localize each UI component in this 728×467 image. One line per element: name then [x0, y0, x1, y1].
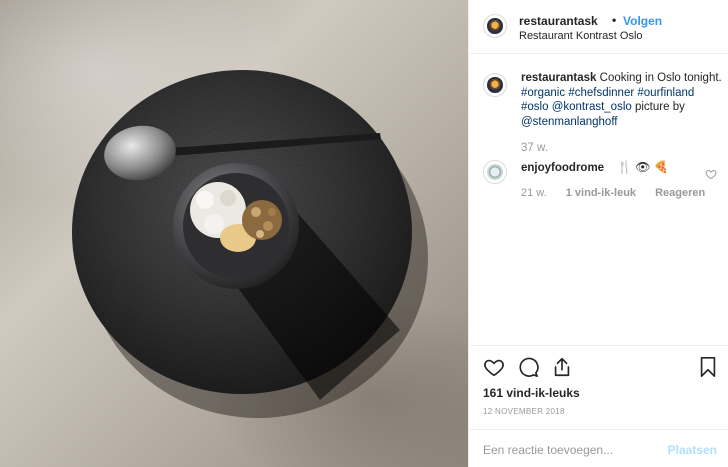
hashtag-organic[interactable]: #organic: [521, 87, 565, 99]
post-actions: 161 vind-ik-leuks 12 NOVEMBER 2018 Plaat…: [469, 345, 728, 467]
comment-icon[interactable]: [517, 356, 539, 378]
comment-likes[interactable]: 1 vind-ik-leuk: [566, 187, 636, 199]
caption-text: restaurantask Cooking in Oslo tonight. #…: [521, 71, 727, 129]
likes-count[interactable]: 161 vind-ik-leuks: [483, 386, 580, 400]
caption-suffix: picture by: [631, 101, 685, 113]
post-comment-button[interactable]: Plaatsen: [668, 443, 717, 457]
bookmark-icon[interactable]: [697, 356, 719, 378]
header-separator: •: [612, 13, 617, 27]
mention-kontrast-oslo[interactable]: @kontrast_oslo: [552, 101, 632, 113]
post-date: 12 NOVEMBER 2018: [483, 407, 565, 416]
hashtag-chefsdinner[interactable]: #chefsdinner: [568, 87, 634, 99]
caption-time: 37 w.: [521, 142, 548, 154]
hashtag-ourfinland[interactable]: #ourfinland: [637, 87, 694, 99]
follow-button[interactable]: Volgen: [623, 14, 662, 28]
comment-like-icon[interactable]: [705, 168, 717, 180]
caption-username[interactable]: restaurantask: [521, 72, 596, 84]
food-plate-image: [72, 70, 428, 418]
add-comment-bar: Plaatsen: [469, 429, 728, 467]
post-sidebar: restaurantask • Volgen Restaurant Kontra…: [468, 0, 728, 467]
comment-emojis: 🍴 👁 🍕: [617, 160, 669, 174]
reply-button[interactable]: Reageren: [655, 187, 705, 199]
caption-avatar[interactable]: [483, 73, 507, 97]
mention-stenmanlanghoff[interactable]: @stenmanlanghoff: [521, 116, 618, 128]
comment-time: 21 w.: [521, 187, 547, 199]
post-location[interactable]: Restaurant Kontrast Oslo: [519, 30, 643, 42]
caption-body: Cooking in Oslo tonight.: [596, 72, 722, 84]
restaurant-avatar[interactable]: [483, 14, 507, 38]
comment-input[interactable]: [483, 440, 663, 460]
heart-icon[interactable]: [483, 356, 505, 378]
comment-meta: 21 w. 1 vind-ik-leuk Reageren: [521, 187, 721, 199]
hashtag-oslo[interactable]: #oslo: [521, 101, 549, 113]
post-username[interactable]: restaurantask: [519, 14, 598, 28]
post-header: restaurantask • Volgen Restaurant Kontra…: [469, 0, 728, 54]
post-photo[interactable]: [0, 0, 468, 467]
share-icon[interactable]: [551, 356, 573, 378]
comment-username[interactable]: enjoyfoodrome: [521, 162, 604, 174]
enjoyfoodrome-avatar[interactable]: [483, 160, 507, 184]
